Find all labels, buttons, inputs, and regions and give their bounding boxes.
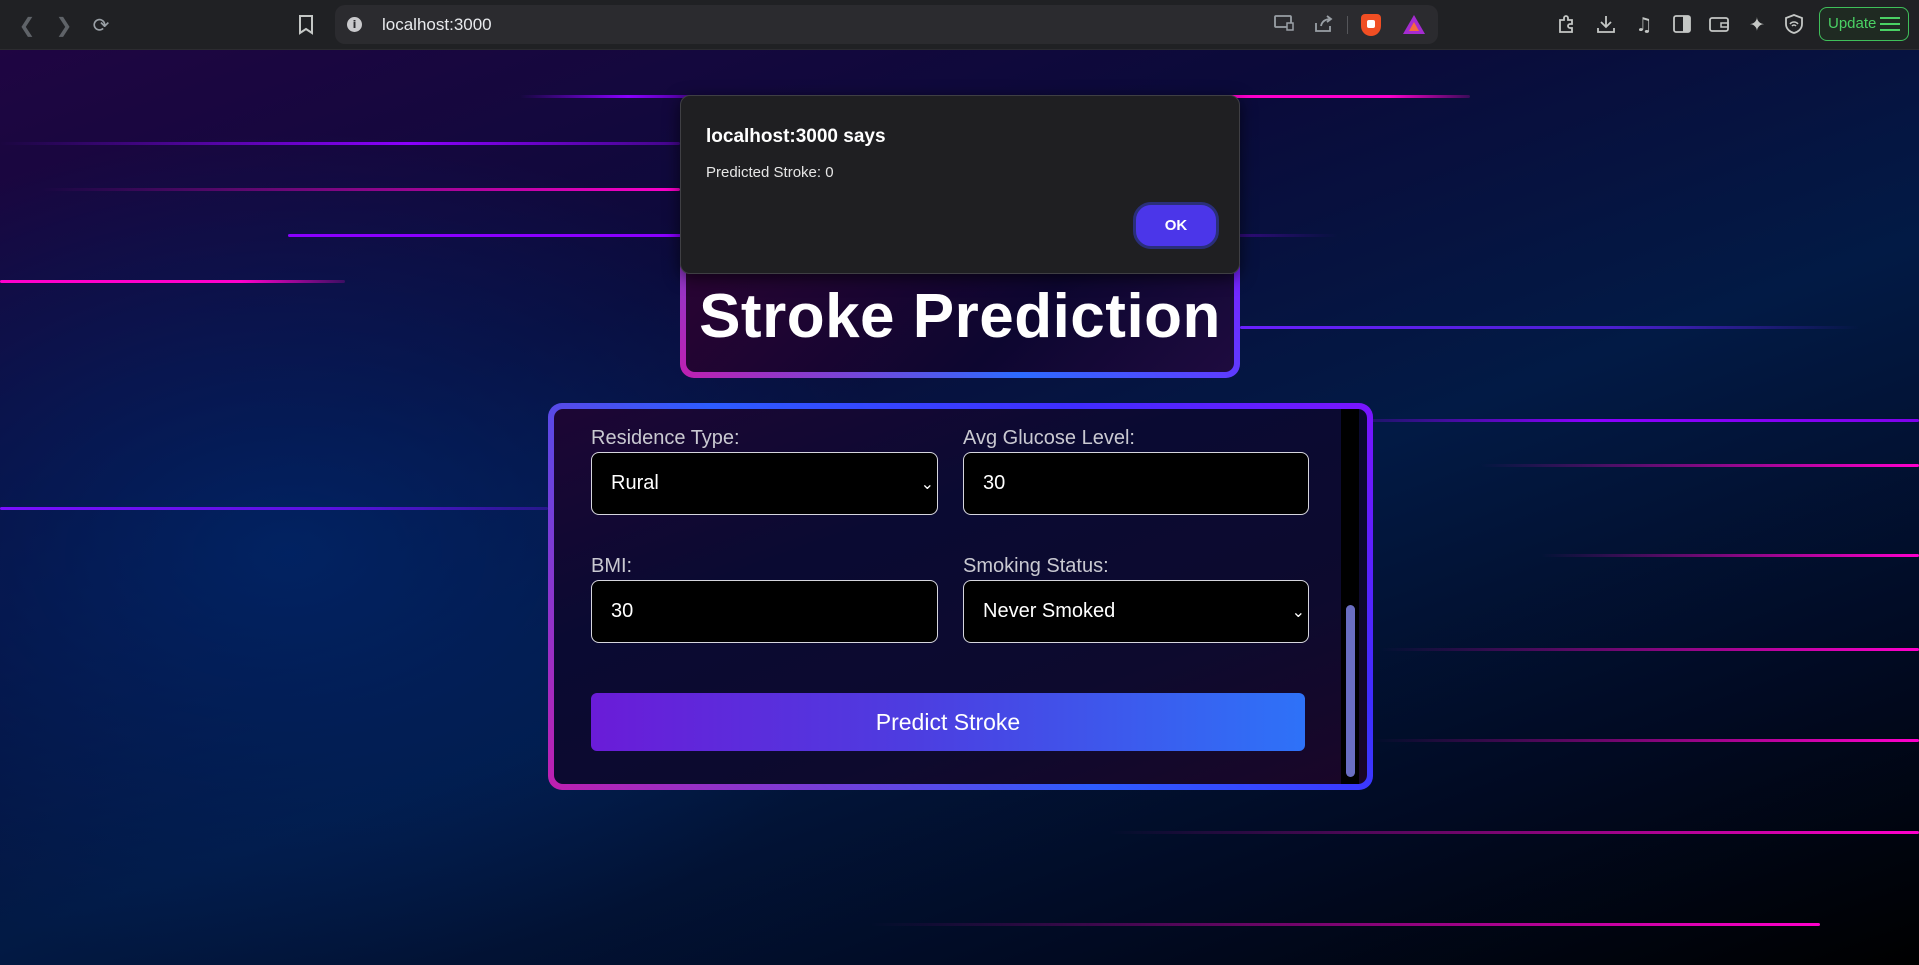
- forward-icon[interactable]: ❯: [52, 13, 76, 37]
- address-divider: [1347, 16, 1348, 34]
- media-icon[interactable]: ♫: [1632, 13, 1656, 37]
- residence-type-label: Residence Type:: [591, 427, 740, 449]
- browser-toolbar: ❮ ❯ ⟳ i localhost:3000 ♫ ✦ Update: [0, 0, 1919, 50]
- sidebar-icon[interactable]: [1670, 13, 1694, 37]
- url-text[interactable]: localhost:3000: [382, 15, 492, 35]
- avg-glucose-input[interactable]: 30: [963, 452, 1309, 515]
- ok-button[interactable]: OK: [1133, 202, 1219, 249]
- alert-dialog: localhost:3000 says Predicted Stroke: 0 …: [680, 95, 1240, 274]
- back-icon[interactable]: ❮: [15, 13, 39, 37]
- predict-stroke-button[interactable]: Predict Stroke: [591, 693, 1305, 751]
- smoking-status-select[interactable]: Never Smoked ⌄: [963, 580, 1309, 643]
- bookmark-icon[interactable]: [294, 13, 318, 37]
- update-button[interactable]: Update: [1819, 7, 1909, 41]
- bg-streak: [1370, 419, 1919, 422]
- bmi-label: BMI:: [591, 555, 633, 577]
- update-label: Update: [1828, 15, 1877, 32]
- page-title: Stroke Prediction: [699, 281, 1221, 351]
- bmi-value: 30: [611, 600, 634, 622]
- share-icon[interactable]: [1313, 15, 1335, 35]
- bg-streak: [1200, 95, 1470, 98]
- bg-streak: [1110, 831, 1919, 834]
- bg-streak: [1373, 739, 1919, 742]
- residence-type-select[interactable]: Rural ⌄: [591, 452, 938, 515]
- wallet-icon[interactable]: [1707, 13, 1731, 37]
- title-inner: Stroke Prediction: [686, 260, 1234, 372]
- bg-streak: [40, 188, 680, 191]
- downloads-icon[interactable]: [1594, 13, 1618, 37]
- bg-streak: [0, 142, 680, 145]
- avg-glucose-label: Avg Glucose Level:: [963, 427, 1135, 449]
- page-viewport: Stroke Prediction Residence Type: Rural …: [0, 50, 1919, 965]
- form-scrollbar[interactable]: [1341, 409, 1359, 784]
- vpn-icon[interactable]: [1782, 13, 1806, 37]
- prediction-form: Residence Type: Rural ⌄ Avg Glucose Leve…: [548, 403, 1373, 790]
- cast-icon[interactable]: [1273, 15, 1295, 35]
- smoking-status-value: Never Smoked: [983, 600, 1116, 622]
- alert-message: Predicted Stroke: 0: [706, 164, 834, 181]
- bg-streak: [0, 280, 345, 283]
- leo-ai-icon[interactable]: ✦: [1745, 13, 1769, 37]
- bmi-input[interactable]: 30: [591, 580, 938, 643]
- bg-streak: [870, 923, 1820, 926]
- alert-title: localhost:3000 says: [706, 126, 886, 147]
- extensions-icon[interactable]: [1555, 13, 1579, 37]
- reload-icon[interactable]: ⟳: [89, 13, 113, 37]
- bg-streak: [1540, 554, 1919, 557]
- bg-streak: [1240, 326, 1860, 329]
- bg-streak: [520, 95, 700, 98]
- chevron-down-icon: ⌄: [920, 474, 934, 493]
- brave-shield-icon[interactable]: [1361, 14, 1381, 36]
- form-scroll-thumb[interactable]: [1346, 605, 1355, 777]
- form-inner: Residence Type: Rural ⌄ Avg Glucose Leve…: [554, 409, 1367, 784]
- bg-streak: [1480, 464, 1919, 467]
- residence-type-value: Rural: [611, 472, 659, 494]
- smoking-status-label: Smoking Status:: [963, 555, 1109, 577]
- menu-icon[interactable]: [1880, 17, 1900, 31]
- bg-streak: [0, 507, 548, 510]
- site-info-icon[interactable]: i: [347, 17, 362, 32]
- chevron-down-icon: ⌄: [1291, 602, 1305, 621]
- brave-rewards-icon[interactable]: [1403, 15, 1425, 34]
- address-bar[interactable]: i localhost:3000: [335, 5, 1438, 44]
- bg-streak: [1380, 648, 1919, 651]
- avg-glucose-value: 30: [983, 472, 1006, 494]
